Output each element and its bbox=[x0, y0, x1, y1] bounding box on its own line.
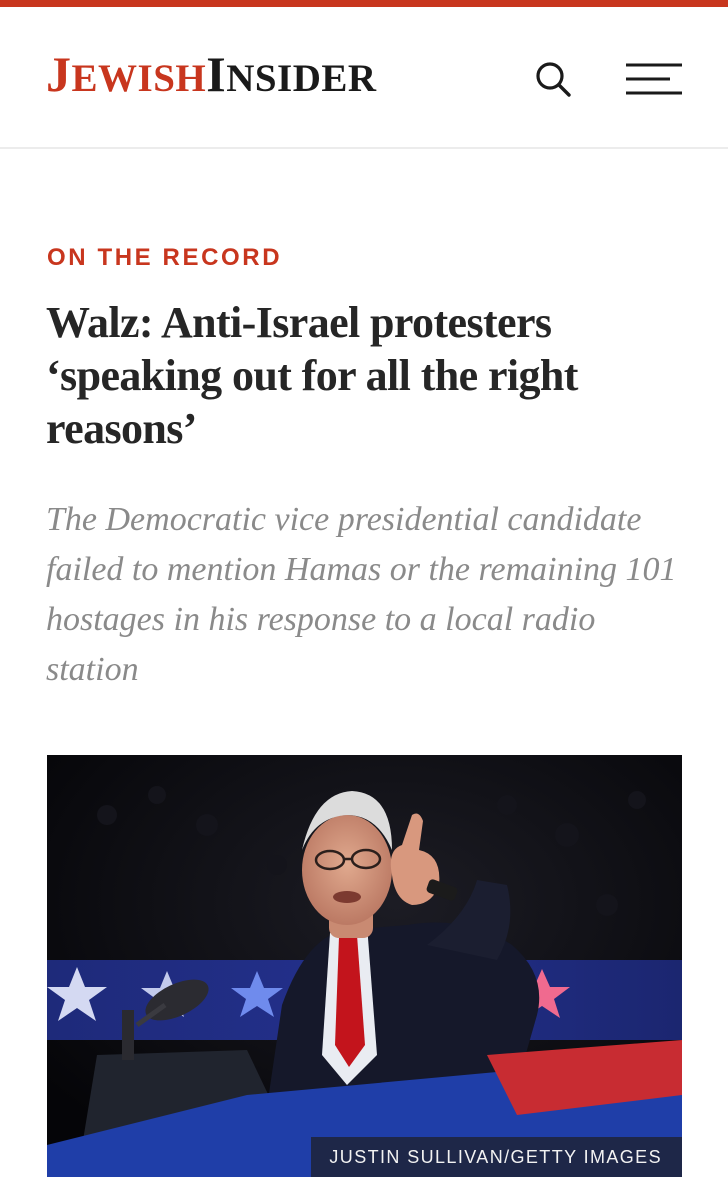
article-hero-image: JUSTIN SULLIVAN/GETTY IMAGES bbox=[47, 755, 682, 1177]
menu-icon bbox=[626, 63, 682, 95]
search-icon bbox=[536, 62, 571, 97]
menu-button[interactable] bbox=[622, 59, 684, 103]
site-header: JEWISHINSIDER bbox=[0, 7, 728, 149]
speaker-photo bbox=[47, 755, 682, 1177]
search-button[interactable] bbox=[530, 57, 576, 103]
article-headline: Walz: Anti-Israel protesters ‘speaking o… bbox=[46, 298, 578, 453]
article-dek: The Democratic vice presidential candida… bbox=[46, 501, 677, 688]
brand-top-bar bbox=[0, 0, 728, 7]
logo-insider-rest: NSIDER bbox=[226, 57, 377, 100]
logo-jewish-rest: EWISH bbox=[71, 57, 207, 100]
site-logo[interactable]: JEWISHINSIDER bbox=[46, 49, 377, 99]
logo-insider-initial: I bbox=[206, 46, 227, 102]
image-credit: JUSTIN SULLIVAN/GETTY IMAGES bbox=[311, 1137, 682, 1177]
logo-jewish-initial: J bbox=[46, 46, 72, 102]
article-category-link[interactable]: ON THE RECORD bbox=[47, 244, 282, 272]
